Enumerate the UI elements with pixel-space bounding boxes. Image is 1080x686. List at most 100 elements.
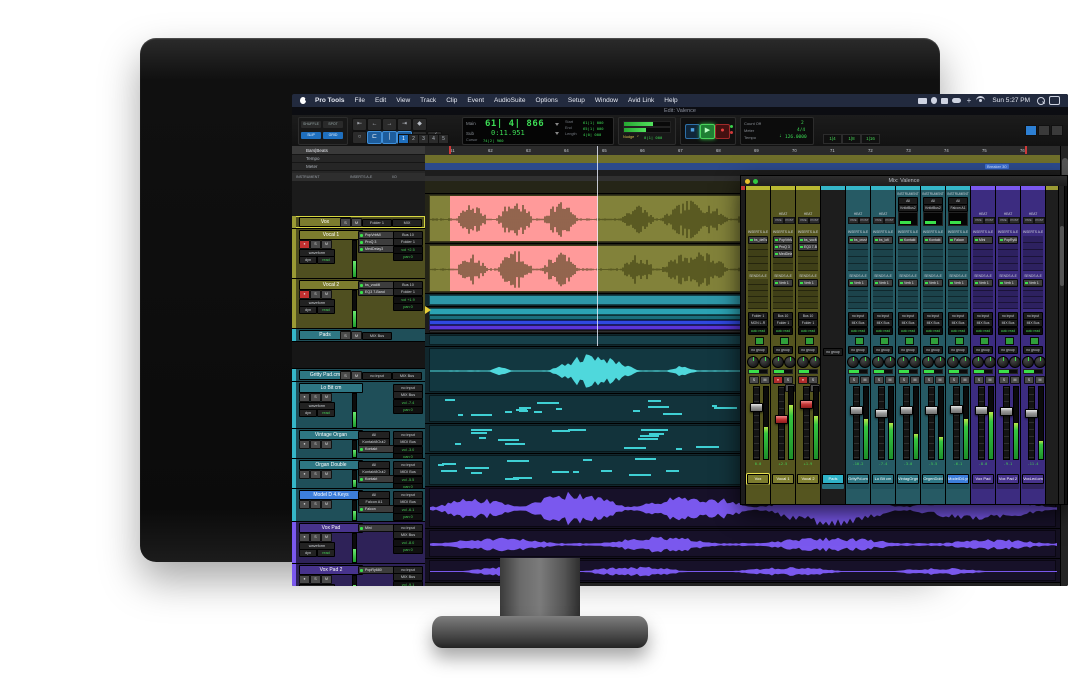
- nav-button-3[interactable]: ⇥: [397, 118, 412, 131]
- strip-name[interactable]: Vocal 2: [797, 474, 819, 484]
- pads-sub-lane-4[interactable]: [429, 330, 741, 333]
- output-selector[interactable]: MIX Bus: [1023, 319, 1043, 327]
- track-header-organ-double[interactable]: Organ Double●SMAllKontakt8Out2Kontaktno …: [292, 459, 425, 489]
- group-assign[interactable]: no group: [748, 346, 768, 354]
- track-name[interactable]: Lo Bit cm: [299, 383, 363, 393]
- record-enable-button[interactable]: ●: [299, 440, 310, 449]
- mixer-strip-vintagorgn[interactable]: INSTRUMENTAllKntktBus2INSERTS A-EKontakt…: [896, 186, 921, 504]
- heat-pre-button[interactable]: PRE: [848, 217, 859, 224]
- insert-slot-4[interactable]: [1023, 264, 1043, 271]
- solo-button[interactable]: S: [310, 500, 321, 509]
- automation-mode[interactable]: auto read: [898, 327, 918, 335]
- pan-knob-left[interactable]: [747, 356, 759, 368]
- insert-slot-4[interactable]: [798, 264, 818, 271]
- pan-knob-right[interactable]: [884, 356, 896, 368]
- fader-cap[interactable]: [1000, 407, 1013, 416]
- selector-tool[interactable]: │: [382, 131, 397, 144]
- solo-button[interactable]: S: [783, 376, 793, 384]
- solo-button[interactable]: S: [310, 290, 321, 299]
- send-slot-4[interactable]: [748, 303, 768, 309]
- search-icon[interactable]: [1037, 97, 1045, 105]
- insert-slot-3[interactable]: [848, 257, 868, 264]
- insert-slot-1[interactable]: [848, 243, 868, 250]
- nudge-value[interactable]: 0|1| 000: [644, 135, 662, 140]
- menu-item-audiosuite[interactable]: AudioSuite: [489, 97, 530, 104]
- insert-slot-1[interactable]: [948, 243, 968, 250]
- solo-button[interactable]: S: [874, 376, 884, 384]
- zoom-preset-5[interactable]: 5: [438, 134, 449, 144]
- mute-button[interactable]: M: [321, 500, 332, 509]
- track-header-model-d-4-keys[interactable]: Model D 4.Keys●SMAllFalcon A1Falconno in…: [292, 489, 425, 522]
- strip-name[interactable]: ModelD4.ys: [947, 474, 969, 484]
- solo-button[interactable]: S: [310, 440, 321, 449]
- menu-item-setup[interactable]: Setup: [563, 97, 590, 104]
- send-slot-4[interactable]: [973, 303, 993, 309]
- menu-item-edit[interactable]: Edit: [370, 97, 391, 104]
- group-id-button[interactable]: [980, 337, 989, 345]
- instrument-chip-1[interactable]: KntktBus2: [898, 204, 918, 212]
- insert-slot-3[interactable]: [773, 257, 793, 264]
- group-id-button[interactable]: [880, 337, 889, 345]
- io-chip-1[interactable]: MIX Bus: [393, 573, 423, 581]
- send-slot-4[interactable]: [1023, 303, 1043, 309]
- insert-slot-2[interactable]: [748, 250, 768, 257]
- cloud-icon[interactable]: [952, 98, 961, 103]
- wifi-icon[interactable]: [976, 96, 985, 105]
- automation-mode-selector[interactable]: dyn: [299, 306, 317, 314]
- midi-clip[interactable]: [429, 425, 741, 452]
- fader-track[interactable]: [853, 386, 860, 460]
- send-slot-4[interactable]: [998, 303, 1018, 309]
- grid-value-chip-0[interactable]: 1|4: [823, 134, 842, 144]
- strip-name[interactable]: VoxLed.cm: [1022, 474, 1044, 484]
- mixer-strip-gritypd-cm[interactable]: HEATPREPOSTINSERTS A-Ebs_crushSENDS A-EV…: [846, 186, 871, 504]
- insert-slot-4[interactable]: [748, 264, 768, 271]
- group-assign[interactable]: no group: [973, 346, 993, 354]
- insert-slot-3[interactable]: [798, 257, 818, 264]
- heat-post-button[interactable]: POST: [1034, 217, 1045, 224]
- nav-button-2[interactable]: →: [382, 118, 397, 131]
- output-selector[interactable]: MIX Bus: [873, 319, 893, 327]
- fader-track[interactable]: [803, 386, 810, 460]
- pan-knob-left[interactable]: [1022, 356, 1034, 368]
- record-enable-button[interactable]: ●: [773, 376, 783, 384]
- pan-knob-left[interactable]: [922, 356, 934, 368]
- mode-spot[interactable]: SPOT: [323, 121, 343, 128]
- edit-window-titlebar[interactable]: Edit: Valence: [292, 107, 1068, 115]
- automation-mode[interactable]: auto read: [1023, 327, 1043, 335]
- track-view-selector[interactable]: waveform: [299, 584, 335, 586]
- insert-chip-0[interactable]: PopRy680: [358, 566, 398, 574]
- fader-track[interactable]: [753, 386, 760, 460]
- insert-slot-2[interactable]: [998, 250, 1018, 257]
- heat-pre-button[interactable]: PRE: [1023, 217, 1034, 224]
- mute-button[interactable]: M: [1035, 376, 1045, 384]
- group-id-button[interactable]: [855, 337, 864, 345]
- output-selector[interactable]: MIX Bus: [973, 319, 993, 327]
- mute-button[interactable]: M: [935, 376, 945, 384]
- fader-track[interactable]: [1003, 386, 1010, 460]
- control-center-icon[interactable]: [1049, 96, 1060, 105]
- mixer-scrollbar-thumb[interactable]: [1060, 226, 1064, 286]
- automation-mode[interactable]: auto read: [798, 327, 818, 335]
- output-selector[interactable]: MIX Bus: [998, 319, 1018, 327]
- play-button[interactable]: ▶: [700, 124, 715, 139]
- mixer-strip-lo-bit-cm[interactable]: HEATPREPOSTINSERTS A-Ebs_lofiSENDS A-EVe…: [871, 186, 896, 504]
- grid-value-chip-2[interactable]: 1|16: [861, 134, 880, 144]
- plus-icon[interactable]: +: [965, 97, 972, 104]
- mix-window[interactable]: Mix: Valence INSERTS A-Ebs_deEssSENDS A-…: [740, 175, 1068, 505]
- heat-pre-button[interactable]: PRE: [773, 217, 784, 224]
- mixer-strip-vox-pad-2[interactable]: HEATPREPOSTINSERTS A-EPopRy680SENDS A-EV…: [996, 186, 1021, 504]
- mode-grid[interactable]: GRID: [323, 132, 343, 139]
- insert-slot-3[interactable]: [748, 257, 768, 264]
- compact-chip-0[interactable]: Folder 1: [362, 219, 392, 227]
- selection-highlight[interactable]: [450, 246, 598, 291]
- track-header-vintage-organ[interactable]: Vintage Organ●SMAllKontakt8Out2Kontaktno…: [292, 429, 425, 459]
- mixer-strip-vocal-2[interactable]: HEATPREPOSTINSERTS A-Ebs_vocMlEQ3 7-Band…: [796, 186, 821, 504]
- pan-knob-left[interactable]: [947, 356, 959, 368]
- fader-cap[interactable]: [875, 409, 888, 418]
- pan-knob-right[interactable]: [759, 356, 771, 368]
- automation-mode[interactable]: auto read: [948, 327, 968, 335]
- fader-track[interactable]: [928, 386, 935, 460]
- track-header-vox-pad-2[interactable]: Vox Pad 2●SMwaveformdynreadPopRy680no in…: [292, 564, 425, 586]
- sub-counter-dropdown[interactable]: [555, 132, 559, 135]
- group-assign[interactable]: no group: [948, 346, 968, 354]
